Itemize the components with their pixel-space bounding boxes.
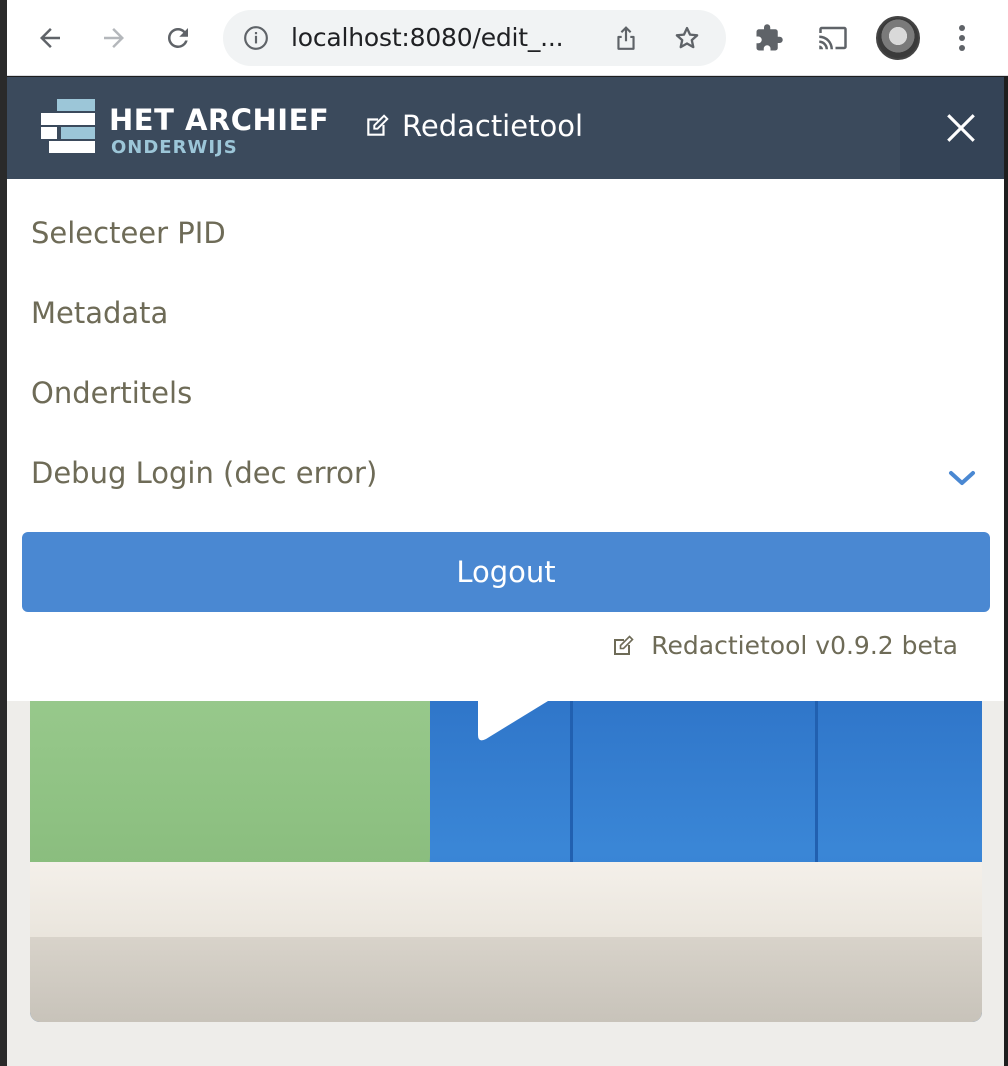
logo-subtitle: ONDERWIJS xyxy=(111,137,238,158)
version-info: Redactietool v0.9.2 beta xyxy=(611,631,958,660)
tool-label: Redactietool xyxy=(402,109,583,143)
menu-item-metadata[interactable]: Metadata xyxy=(31,296,168,330)
redactietool-brand[interactable]: Redactietool xyxy=(364,109,583,143)
close-icon[interactable] xyxy=(944,111,978,145)
logout-button[interactable]: Logout xyxy=(22,532,990,612)
reload-icon xyxy=(167,27,188,48)
extensions-icon xyxy=(756,24,783,51)
info-icon[interactable] xyxy=(243,25,269,51)
logo-title: HET ARCHIEF xyxy=(109,103,330,137)
background-window-strip xyxy=(0,0,7,1066)
app-navbar: HET ARCHIEF ONDERWIJS Redactietool xyxy=(7,77,1008,179)
edit-icon xyxy=(367,114,389,136)
profile-avatar[interactable] xyxy=(876,16,920,60)
kebab-menu-icon xyxy=(959,25,965,51)
extensions-button[interactable] xyxy=(749,18,789,58)
forward-arrow-icon xyxy=(104,28,124,48)
version-label: Redactietool v0.9.2 beta xyxy=(651,631,958,660)
edit-icon xyxy=(614,634,634,655)
cast-button[interactable] xyxy=(813,18,853,58)
address-bar[interactable]: localhost:8080/edit_... xyxy=(223,10,726,66)
back-arrow-icon xyxy=(40,28,60,48)
video-desk-front xyxy=(30,937,982,1022)
url-text[interactable]: localhost:8080/edit_... xyxy=(291,23,564,52)
cast-icon xyxy=(819,26,847,50)
archive-logo-icon xyxy=(41,99,95,153)
app-page: HET ARCHIEF ONDERWIJS Redactietool Selec… xyxy=(7,77,1008,1066)
reload-button[interactable] xyxy=(158,18,198,58)
menu-item-selecteer-pid[interactable]: Selecteer PID xyxy=(31,216,226,250)
window-edge xyxy=(1004,77,1008,1066)
browser-toolbar: localhost:8080/edit_... xyxy=(7,0,1008,76)
share-icon[interactable] xyxy=(613,24,639,52)
browser-menu-button[interactable] xyxy=(942,18,982,58)
menu-item-debug-login[interactable]: Debug Login (dec error) xyxy=(31,456,377,490)
star-icon[interactable] xyxy=(673,24,701,52)
nav-dropdown-menu: Selecteer PID Metadata Ondertitels Debug… xyxy=(7,179,1008,701)
menu-item-ondertitels[interactable]: Ondertitels xyxy=(31,376,192,410)
het-archief-logo[interactable]: HET ARCHIEF ONDERWIJS xyxy=(41,99,329,159)
forward-button[interactable] xyxy=(94,18,134,58)
back-button[interactable] xyxy=(30,18,70,58)
chevron-down-icon[interactable] xyxy=(948,469,976,487)
